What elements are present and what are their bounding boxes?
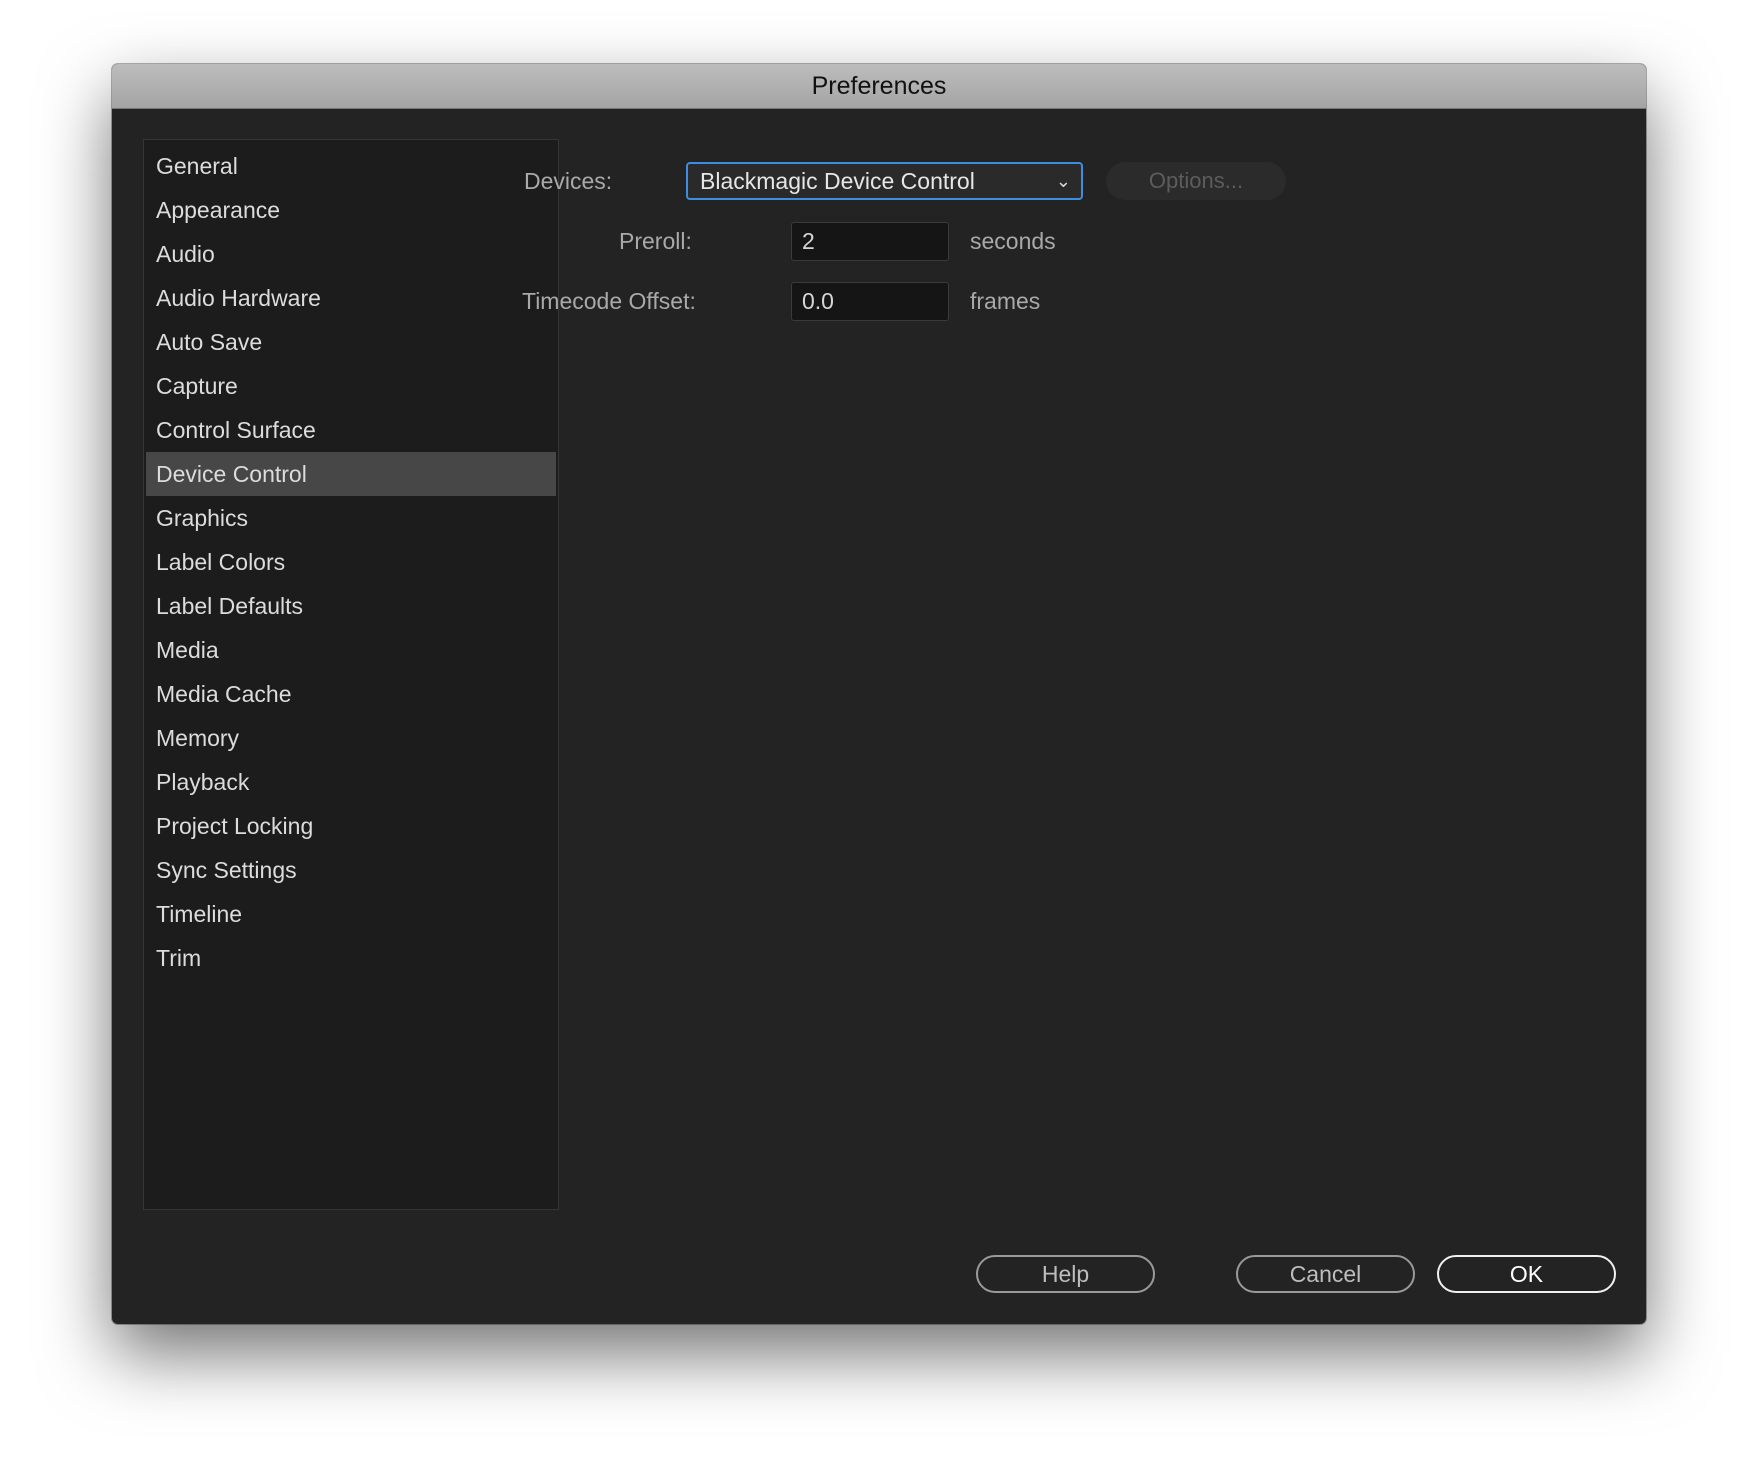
sidebar-item-appearance[interactable]: Appearance (146, 188, 556, 232)
preroll-input[interactable]: 2 (791, 222, 949, 261)
sidebar-item-audio[interactable]: Audio (146, 232, 556, 276)
preroll-label: Preroll: (619, 228, 692, 254)
devices-dropdown[interactable]: Blackmagic Device Control ⌄ (686, 162, 1083, 200)
sidebar-item-device-control[interactable]: Device Control (146, 452, 556, 496)
devices-value: Blackmagic Device Control (700, 168, 975, 194)
sidebar-item-graphics[interactable]: Graphics (146, 496, 556, 540)
sidebar-item-project-locking[interactable]: Project Locking (146, 804, 556, 848)
cancel-button[interactable]: Cancel (1236, 1255, 1415, 1293)
sidebar-item-media[interactable]: Media (146, 628, 556, 672)
sidebar-item-label-defaults[interactable]: Label Defaults (146, 584, 556, 628)
sidebar-item-memory[interactable]: Memory (146, 716, 556, 760)
sidebar-item-playback[interactable]: Playback (146, 760, 556, 804)
sidebar-item-timeline[interactable]: Timeline (146, 892, 556, 936)
sidebar-item-capture[interactable]: Capture (146, 364, 556, 408)
sidebar: General Appearance Audio Audio Hardware Auto… (143, 139, 559, 1210)
sidebar-item-audio-hardware[interactable]: Audio Hardware (146, 276, 556, 320)
sidebar-item-auto-save[interactable]: Auto Save (146, 320, 556, 364)
sidebar-item-media-cache[interactable]: Media Cache (146, 672, 556, 716)
preferences-dialog: Preferences General Appearance Audio Audio … (112, 64, 1646, 1324)
ok-button[interactable]: OK (1437, 1255, 1616, 1293)
timecode-offset-unit: frames (970, 288, 1041, 314)
window-title: Preferences (112, 64, 1646, 109)
sidebar-item-sync-settings[interactable]: Sync Settings (146, 848, 556, 892)
options-button[interactable]: Options... (1106, 162, 1286, 200)
help-button[interactable]: Help (976, 1255, 1155, 1293)
sidebar-item-trim[interactable]: Trim (146, 936, 556, 980)
timecode-offset-input[interactable]: 0.0 (791, 282, 949, 321)
preroll-unit: seconds (970, 228, 1056, 254)
timecode-offset-label: Timecode Offset: (522, 288, 696, 314)
sidebar-item-general[interactable]: General (146, 144, 556, 188)
chevron-down-icon: ⌄ (1055, 171, 1071, 191)
devices-label: Devices: (524, 168, 613, 194)
sidebar-item-control-surface[interactable]: Control Surface (146, 408, 556, 452)
sidebar-item-label-colors[interactable]: Label Colors (146, 540, 556, 584)
